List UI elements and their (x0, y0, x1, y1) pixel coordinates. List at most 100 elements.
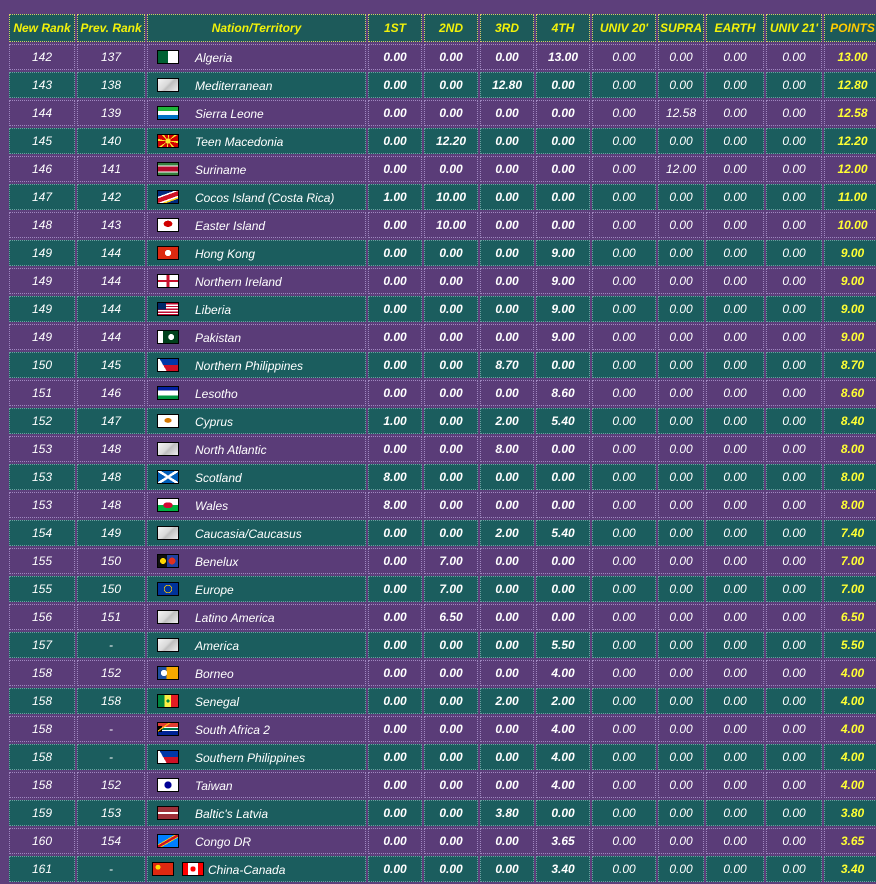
table-row[interactable]: 142 137 Algeria 0.00 0.00 0.00 13.00 0.00 0.00 0.… (9, 44, 876, 70)
table-row[interactable]: 152 147 Cyprus 1.00 0.00 2.00 5.40 0.00 0.00 0.00… (9, 408, 876, 434)
nation-name[interactable]: Pakistan (195, 330, 241, 344)
col-header-nation[interactable]: Nation/Territory (147, 14, 366, 42)
nation-name[interactable]: Borneo (195, 666, 234, 680)
nation-name[interactable]: Lesotho (195, 386, 238, 400)
nation-name[interactable]: Caucasia/Caucasus (195, 526, 302, 540)
table-row[interactable]: 151 146 Lesotho 0.00 0.00 0.00 8.60 0.00 0.00 0.0… (9, 380, 876, 406)
score-univ21-cell: 0.00 (766, 380, 822, 406)
score-3rd-cell: 0.00 (480, 716, 534, 742)
nation-name[interactable]: America (195, 638, 239, 652)
score-3rd-cell: 0.00 (480, 268, 534, 294)
table-row[interactable]: 160 154 Congo DR 0.00 0.00 0.00 3.65 0.00 0.00 0.… (9, 828, 876, 854)
table-row[interactable]: 158- South Africa 2 0.00 0.00 0.00 4.00 0.00 0.… (9, 716, 876, 742)
nation-cell: Europe (147, 576, 366, 602)
col-header-univ20[interactable]: UNIV 20' (592, 14, 656, 42)
nation-name[interactable]: North Atlantic (195, 442, 267, 456)
new-rank-cell: 151 (9, 380, 75, 406)
col-header-univ21[interactable]: UNIV 21' (766, 14, 822, 42)
col-header-2nd[interactable]: 2ND (424, 14, 478, 42)
table-row[interactable]: 161- China-Canada 0.00 0.00 0.00 3.40 0.00 0.00… (9, 856, 876, 882)
nation-name[interactable]: Suriname (195, 162, 246, 176)
nation-name[interactable]: South Africa 2 (195, 722, 270, 736)
score-supra-cell: 0.00 (658, 744, 704, 770)
col-header-1st[interactable]: 1ST (368, 14, 422, 42)
northern-ireland-flag-icon (157, 274, 179, 289)
table-row[interactable]: 153 148 Wales 8.00 0.00 0.00 0.00 0.00 0.00 0.00 0… (9, 492, 876, 518)
nation-name[interactable]: Mediterranean (195, 78, 272, 92)
col-header-4th[interactable]: 4TH (536, 14, 590, 42)
score-univ21-cell: 0.00 (766, 72, 822, 98)
nation-cell: Easter Island (147, 212, 366, 238)
nation-name[interactable]: Baltic's Latvia (195, 806, 268, 820)
table-row[interactable]: 143 138 Mediterranean 0.00 0.00 12.80 0.00 0.00… (9, 72, 876, 98)
nation-name[interactable]: Liberia (195, 302, 231, 316)
nation-name[interactable]: China-Canada (208, 862, 285, 876)
nation-name[interactable]: Cocos Island (Costa Rica) (195, 190, 334, 204)
table-row[interactable]: 158 152 Taiwan 0.00 0.00 0.00 4.00 0.00 0.00 0.00… (9, 772, 876, 798)
col-header-3rd[interactable]: 3RD (480, 14, 534, 42)
score-earth-cell: 0.00 (706, 744, 764, 770)
nation-cell: Baltic's Latvia (147, 800, 366, 826)
col-header-supra[interactable]: SUPRA (658, 14, 704, 42)
table-row[interactable]: 149 144 Liberia 0.00 0.00 0.00 9.00 0.00 0.00 0.0… (9, 296, 876, 322)
nation-name[interactable]: Benelux (195, 554, 238, 568)
nation-name[interactable]: Senegal (195, 694, 239, 708)
nation-name[interactable]: Europe (195, 582, 234, 596)
nation-name[interactable]: Teen Macedonia (195, 134, 283, 148)
table-row[interactable]: 150 145 Northern Philippines 0.00 0.00 8.70 0.… (9, 352, 876, 378)
nation-name[interactable]: Southern Philippines (195, 750, 305, 764)
nation-name[interactable]: Wales (195, 498, 228, 512)
prev-rank-cell: 141 (77, 156, 145, 182)
table-row[interactable]: 155 150 Europe 0.00 7.00 0.00 0.00 0.00 0.00 0.00… (9, 576, 876, 602)
new-rank-cell: 148 (9, 212, 75, 238)
nation-name[interactable]: Sierra Leone (195, 106, 264, 120)
score-2nd-cell: 0.00 (424, 408, 478, 434)
new-rank-cell: 153 (9, 492, 75, 518)
nation-name[interactable]: Cyprus (195, 414, 233, 428)
nation-name[interactable]: Algeria (195, 50, 232, 64)
table-row[interactable]: 158- Southern Philippines 0.00 0.00 0.00 4.00… (9, 744, 876, 770)
nation-name[interactable]: Northern Ireland (195, 274, 282, 288)
table-row[interactable]: 158 158 Senegal 0.00 0.00 2.00 2.00 0.00 0.00 0.0… (9, 688, 876, 714)
new-rank-cell: 152 (9, 408, 75, 434)
table-row[interactable]: 159 153 Baltic's Latvia 0.00 0.00 3.80 0.00 0.0… (9, 800, 876, 826)
table-row[interactable]: 149 144 Northern Ireland 0.00 0.00 0.00 9.00 0.… (9, 268, 876, 294)
table-row[interactable]: 153 148 North Atlantic 0.00 0.00 8.00 0.00 0.00… (9, 436, 876, 462)
table-row[interactable]: 158 152 Borneo 0.00 0.00 0.00 4.00 0.00 0.00 0.00… (9, 660, 876, 686)
table-row[interactable]: 146 141 Suriname 0.00 0.00 0.00 0.00 0.00 12.00 0… (9, 156, 876, 182)
score-univ20-cell: 0.00 (592, 156, 656, 182)
table-row[interactable]: 148 143 Easter Island 0.00 10.00 0.00 0.00 0.00… (9, 212, 876, 238)
col-header-new-rank[interactable]: New Rank (9, 14, 75, 42)
score-1st-cell: 0.00 (368, 296, 422, 322)
table-row[interactable]: 144 139 Sierra Leone 0.00 0.00 0.00 0.00 0.00 12… (9, 100, 876, 126)
nation-name[interactable]: Scotland (195, 470, 242, 484)
nation-name[interactable]: Easter Island (195, 218, 265, 232)
score-2nd-cell: 0.00 (424, 856, 478, 882)
table-row[interactable]: 154 149 Caucasia/Caucasus 0.00 0.00 2.00 5.40 0… (9, 520, 876, 546)
score-earth-cell: 0.00 (706, 548, 764, 574)
points-cell: 3.80 (824, 800, 876, 826)
table-row[interactable]: 157- America 0.00 0.00 0.00 5.50 0.00 0.00 0.00 0… (9, 632, 876, 658)
score-univ21-cell: 0.00 (766, 464, 822, 490)
nation-name[interactable]: Latino America (195, 610, 275, 624)
score-supra-cell: 0.00 (658, 212, 704, 238)
new-rank-cell: 155 (9, 576, 75, 602)
nation-name[interactable]: Congo DR (195, 834, 251, 848)
col-header-earth[interactable]: EARTH (706, 14, 764, 42)
nation-cell: Senegal (147, 688, 366, 714)
table-row[interactable]: 156 151 Latino America 0.00 6.50 0.00 0.00 0.00… (9, 604, 876, 630)
nation-name[interactable]: Hong Kong (195, 246, 255, 260)
table-row[interactable]: 145 140 Teen Macedonia 0.00 12.20 0.00 0.00 0.0… (9, 128, 876, 154)
col-header-prev-rank[interactable]: Prev. Rank (77, 14, 145, 42)
table-row[interactable]: 155 150 Benelux 0.00 7.00 0.00 0.00 0.00 0.00 0.0… (9, 548, 876, 574)
score-4th-cell: 3.40 (536, 856, 590, 882)
nation-name[interactable]: Northern Philippines (195, 358, 303, 372)
nation-name[interactable]: Taiwan (195, 778, 233, 792)
score-2nd-cell: 0.00 (424, 660, 478, 686)
col-header-points[interactable]: POINTS (824, 14, 876, 42)
table-row[interactable]: 149 144 Pakistan 0.00 0.00 0.00 9.00 0.00 0.00 0.… (9, 324, 876, 350)
new-rank-cell: 145 (9, 128, 75, 154)
table-row[interactable]: 149 144 Hong Kong 0.00 0.00 0.00 9.00 0.00 0.00 0… (9, 240, 876, 266)
table-row[interactable]: 147 142 Cocos Island (Costa Rica) 1.00 10.00… (9, 184, 876, 210)
table-row[interactable]: 153 148 Scotland 8.00 0.00 0.00 0.00 0.00 0.00 0.… (9, 464, 876, 490)
